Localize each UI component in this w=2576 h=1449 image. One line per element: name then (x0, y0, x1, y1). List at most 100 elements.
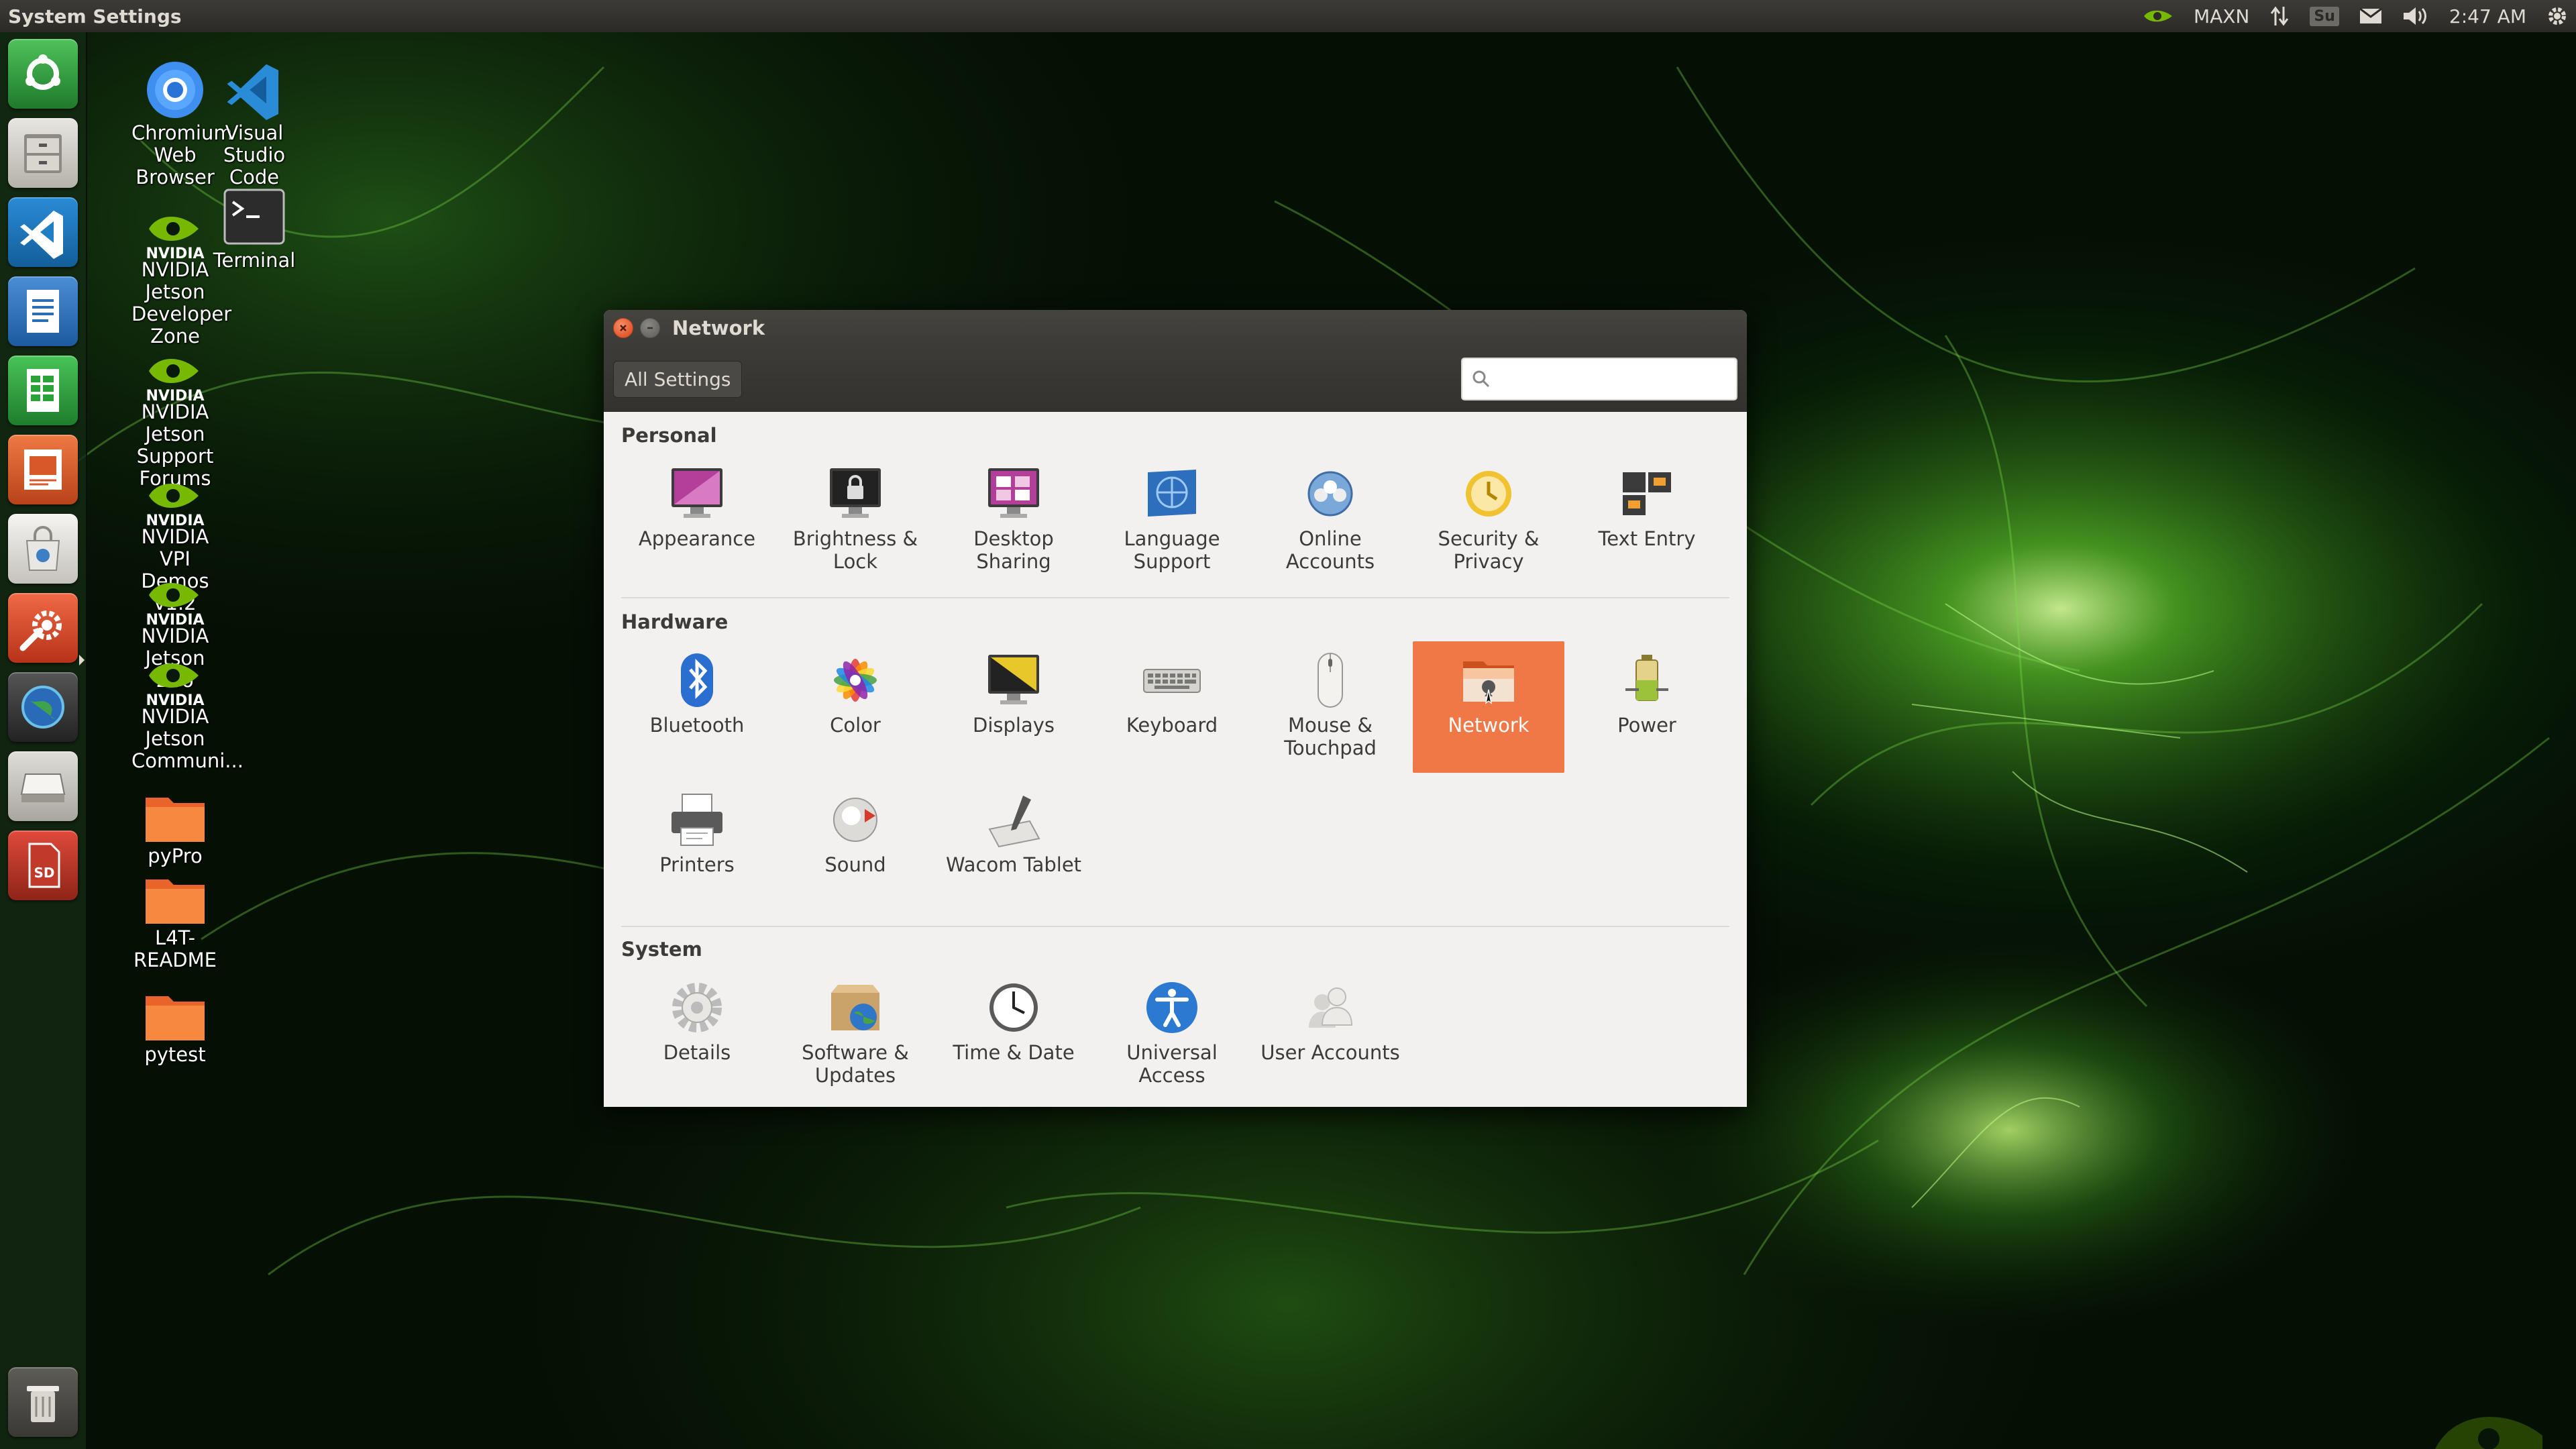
desktop-icon-vscode[interactable]: Visual Studio Code (211, 58, 298, 189)
tile-bluetooth[interactable]: Bluetooth (621, 641, 773, 773)
network-arrows-icon[interactable] (2269, 5, 2290, 27)
sd-card-icon: SD (28, 843, 60, 888)
search-input[interactable] (1491, 368, 1736, 390)
tile-label: Displays (972, 714, 1055, 737)
software-updates-icon (831, 985, 879, 1030)
system-settings-window: Network All Settings Personal Appearance… (604, 310, 1747, 1107)
window-title: Network (672, 317, 765, 339)
folder-icon (146, 996, 205, 1040)
launcher-trash-button[interactable] (8, 1367, 78, 1437)
minimize-button[interactable] (640, 318, 660, 338)
launcher-software-center-button[interactable] (8, 514, 78, 584)
mail-icon[interactable] (2359, 8, 2382, 24)
launcher-chromium-button[interactable] (8, 672, 78, 742)
color-icon (834, 659, 877, 702)
desktop-icon-label: pyPro (148, 845, 203, 867)
launcher-writer-button[interactable] (8, 276, 78, 346)
launcher-system-settings-button[interactable] (8, 593, 78, 663)
desktop-icon-jetson-developer-zone[interactable]: NVIDIA NVIDIA Jetson Developer Zone (131, 212, 232, 347)
power-mode-label[interactable]: MAXN (2194, 5, 2249, 28)
spreadsheet-icon (27, 369, 59, 412)
search-box[interactable] (1461, 358, 1737, 400)
tile-label: Bluetooth (649, 714, 745, 737)
desktop-icon-label: L4T-README (133, 926, 217, 971)
tile-label: Brightness & Lock (792, 527, 918, 573)
power-icon (1625, 655, 1668, 701)
tile-label: Sound (824, 853, 886, 876)
desktop-icon-terminal[interactable]: Terminal (211, 185, 298, 272)
folder-icon (146, 798, 205, 842)
vscode-icon (20, 211, 63, 259)
volume-icon[interactable] (2402, 5, 2429, 27)
desktop-icon-l4t-readme[interactable]: L4T-README (131, 872, 219, 971)
document-icon (27, 290, 59, 333)
launcher-files-button[interactable] (8, 118, 78, 188)
top-panel: System Settings MAXN Su 2:47 AM (0, 0, 2576, 32)
tile-label: Security & Privacy (1438, 527, 1540, 573)
nvidia-indicator[interactable] (2143, 6, 2174, 26)
all-settings-button[interactable]: All Settings (613, 360, 743, 398)
section-title-system: System (621, 938, 702, 961)
tile-label: Power (1617, 714, 1676, 737)
launcher-calc-button[interactable] (8, 356, 78, 425)
nvidia-icon: NVIDIA (146, 217, 205, 262)
active-app-indicator (79, 655, 85, 665)
online-accounts-icon (1307, 471, 1353, 517)
tile-wacom-tablet[interactable]: Wacom Tablet (938, 781, 1089, 912)
tile-universal-access[interactable]: Universal Access (1096, 969, 1248, 1100)
minimize-icon (647, 327, 653, 329)
network-icon (1463, 661, 1514, 704)
tile-software-updates[interactable]: Software & Updates (780, 969, 931, 1100)
clock[interactable]: 2:47 AM (2449, 5, 2526, 28)
tile-brightness-lock[interactable]: Brightness & Lock (780, 455, 931, 586)
launcher-sd-card-button[interactable]: SD (8, 830, 78, 900)
tile-details[interactable]: Details (621, 969, 773, 1100)
desktop-icon-chromium[interactable]: Chromium Web Browser (131, 58, 233, 189)
desktop-sharing-icon (988, 468, 1039, 518)
tile-label: Time & Date (953, 1041, 1075, 1064)
desktop-icon-label: Terminal (213, 249, 296, 272)
tile-language-support[interactable]: Language Support (1096, 455, 1248, 586)
tile-power[interactable]: Power (1571, 641, 1723, 773)
tile-time-date[interactable]: Time & Date (938, 969, 1089, 1100)
text-entry-icon (1623, 472, 1671, 515)
tile-color[interactable]: Color (780, 641, 931, 773)
tile-keyboard[interactable]: Keyboard (1096, 641, 1248, 773)
desktop-icon-pypro[interactable]: pyPro (131, 790, 219, 867)
gear-icon[interactable] (2546, 5, 2568, 27)
window-titlebar[interactable]: Network (604, 310, 1747, 346)
tile-desktop-sharing[interactable]: Desktop Sharing (938, 455, 1089, 586)
desktop-icon-label: NVIDIA Jetson Developer Zone (131, 258, 232, 347)
desktop-icon-jetson-community[interactable]: NVIDIA NVIDIA Jetson Communi... (131, 659, 244, 772)
tile-security-privacy[interactable]: Security & Privacy (1413, 455, 1564, 586)
desktop-icon-pytest[interactable]: pytest (131, 989, 219, 1066)
ubuntu-logo-icon (25, 54, 60, 90)
nvidia-icon: NVIDIA (146, 484, 205, 529)
nvidia-icon: NVIDIA (146, 663, 205, 709)
launcher-impress-button[interactable] (8, 435, 78, 504)
svg-text:SD: SD (34, 865, 54, 881)
tile-online-accounts[interactable]: Online Accounts (1254, 455, 1406, 586)
launcher-drive-button[interactable] (8, 751, 78, 821)
launcher-vscode-button[interactable] (8, 197, 78, 267)
close-button[interactable] (613, 318, 633, 338)
tile-mouse-touchpad[interactable]: Mouse & Touchpad (1254, 641, 1406, 773)
tile-label: Appearance (638, 527, 756, 550)
tile-printers[interactable]: Printers (621, 781, 773, 912)
tile-sound[interactable]: Sound (780, 781, 931, 912)
tile-label: Text Entry (1598, 527, 1696, 550)
trash-icon (27, 1386, 59, 1422)
desktop-icon-jetson-support-forums[interactable]: NVIDIA NVIDIA Jetson Support Forums (131, 354, 219, 490)
keyboard-layout-indicator[interactable]: Su (2310, 6, 2339, 26)
desktop-icon-label: Chromium Web Browser (131, 121, 233, 189)
disk-drive-icon (20, 773, 66, 802)
tile-text-entry[interactable]: Text Entry (1571, 455, 1723, 586)
launcher-dash-button[interactable] (8, 39, 78, 109)
tile-user-accounts[interactable]: User Accounts (1254, 969, 1406, 1100)
tile-appearance[interactable]: Appearance (621, 455, 773, 586)
section-title-personal: Personal (621, 424, 717, 447)
tile-network[interactable]: Network (1413, 641, 1564, 773)
security-privacy-icon (1466, 471, 1511, 517)
tile-displays[interactable]: Displays (938, 641, 1089, 773)
section-title-hardware: Hardware (621, 610, 729, 633)
